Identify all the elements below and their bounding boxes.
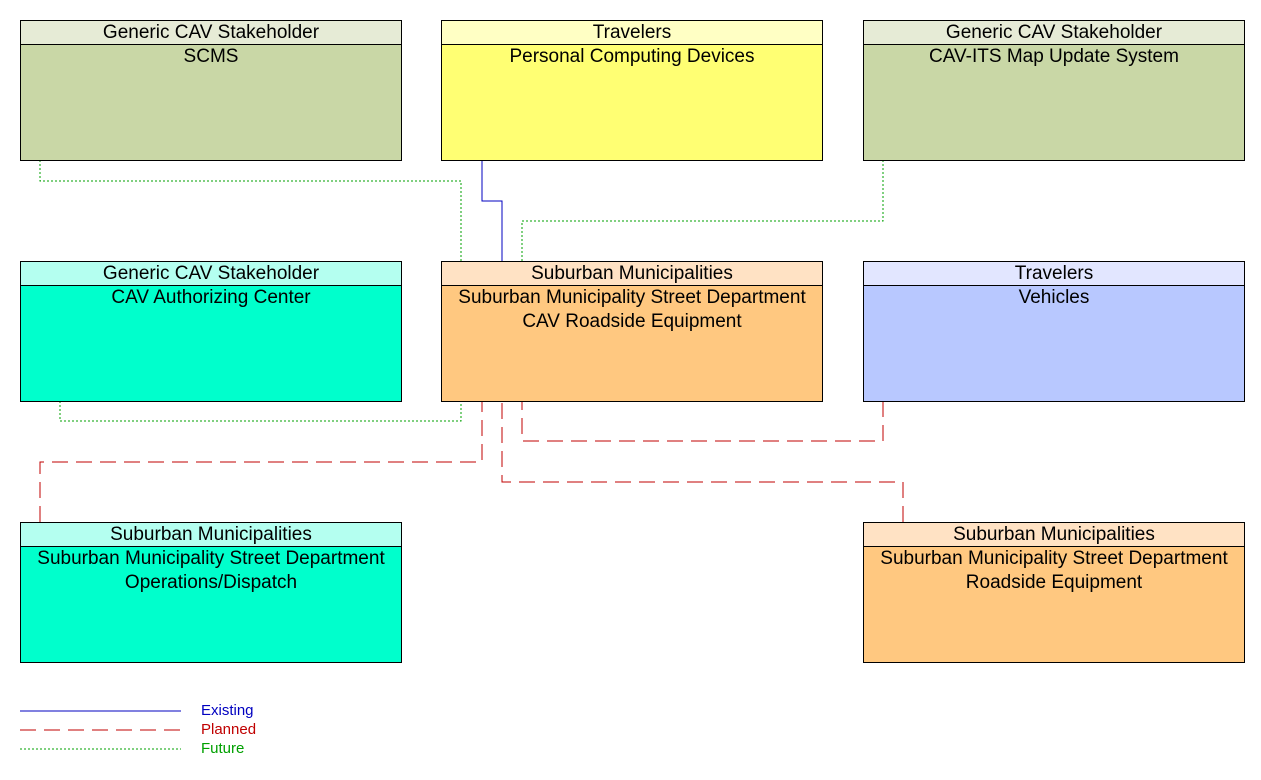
stakeholder-label: Suburban Municipalities (21, 523, 401, 547)
line-scms-future (39, 160, 462, 261)
element-box-rse[interactable]: Suburban Municipalities Suburban Municipa… (863, 522, 1245, 663)
line-auth-future (59, 401, 462, 422)
element-name: Vehicles (1018, 287, 1090, 308)
element-name: CAV Authorizing Center (111, 287, 311, 308)
legend-future-label: Future (201, 740, 245, 757)
element-box-scms[interactable]: Generic CAV Stakeholder SCMS (20, 20, 402, 161)
line-rse-planned (501, 401, 904, 522)
legend-existing-label: Existing (201, 702, 254, 719)
element-name: Personal Computing Devices (509, 46, 755, 67)
element-box-map[interactable]: Generic CAV Stakeholder CAV-ITS Map Updat… (863, 20, 1245, 161)
stakeholder-label: Travelers (442, 21, 822, 45)
stakeholder-label: Generic CAV Stakeholder (21, 21, 401, 45)
element-box-veh[interactable]: Travelers Vehicles (863, 261, 1245, 402)
element-name: CAV-ITS Map Update System (929, 46, 1179, 67)
element-name: Suburban Municipality Street Department … (458, 287, 806, 332)
element-box-cavrse[interactable]: Suburban Municipalities Suburban Municipa… (441, 261, 823, 402)
element-box-ops[interactable]: Suburban Municipalities Suburban Municipa… (20, 522, 402, 663)
stakeholder-label: Travelers (864, 262, 1244, 286)
element-name: Suburban Municipality Street Department … (880, 548, 1228, 593)
line-pcd-existing (481, 160, 503, 261)
element-box-pcd[interactable]: Travelers Personal Computing Devices (441, 20, 823, 161)
element-name: Suburban Municipality Street Department … (37, 548, 385, 593)
line-map-future (521, 160, 884, 261)
stakeholder-label: Generic CAV Stakeholder (864, 21, 1244, 45)
stakeholder-label: Generic CAV Stakeholder (21, 262, 401, 286)
line-ops-planned (39, 401, 483, 522)
line-vehicles-planned (521, 401, 884, 442)
legend-planned-label: Planned (201, 721, 257, 738)
stakeholder-label: Suburban Municipalities (442, 262, 822, 286)
stakeholder-label: Suburban Municipalities (864, 523, 1244, 547)
element-box-auth[interactable]: Generic CAV Stakeholder CAV Authorizing C… (20, 261, 402, 402)
element-name: SCMS (183, 46, 239, 67)
